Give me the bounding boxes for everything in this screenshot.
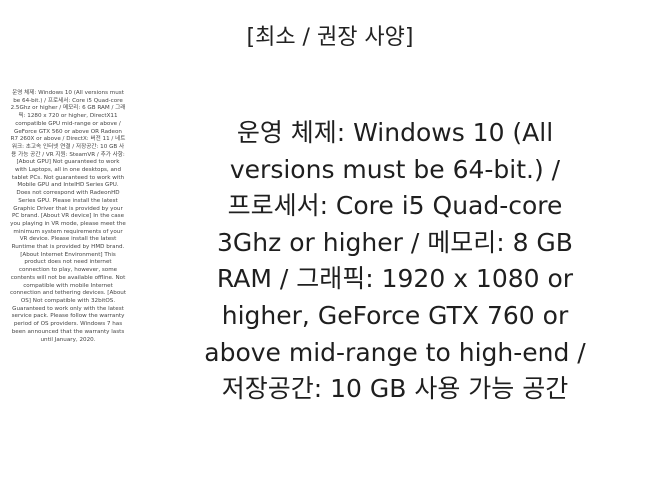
requirements-line: 운영 체제: Windows 10 (All: [236, 118, 554, 147]
requirements-line: 3Ghz or higher / 메모리: 8 GB: [217, 227, 573, 257]
requirements-line: higher, GeForce GTX 760 or: [221, 300, 569, 330]
minimum-requirements-text: 운영 체제: Windows 10 (All versions must be …: [10, 90, 127, 343]
requirements-line: RAM / 그래픽: 1920 x 1080 or: [216, 264, 574, 294]
requirements-line: 저장공간: 10 GB 사용 가능 공간: [221, 374, 569, 404]
requirements-line: above mid-range to high-end /: [204, 337, 586, 367]
requirements-line: versions must be 64-bit.) /: [229, 154, 561, 184]
page-title: [최소 / 권장 사양]: [246, 25, 414, 50]
requirements-line: 프로세서: Core i5 Quad-core: [227, 191, 563, 221]
recommended-requirements-text: 운영 체제: Windows 10 (All versions must be …: [156, 115, 634, 408]
